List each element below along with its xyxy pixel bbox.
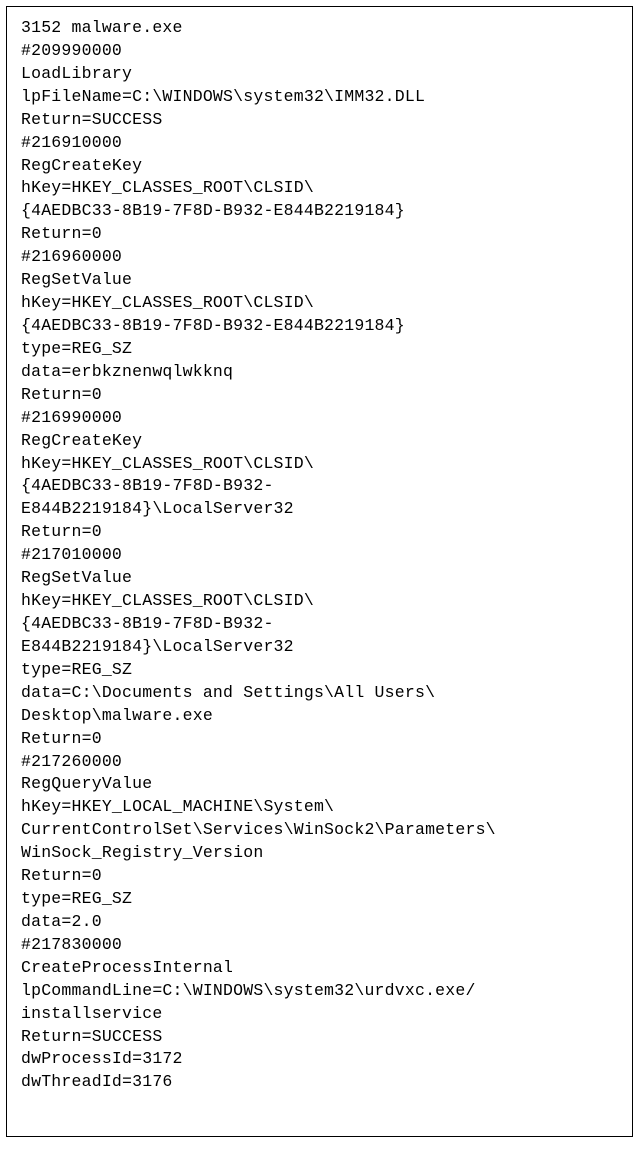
log-line: dwThreadId=3176 bbox=[21, 1071, 618, 1094]
log-line: Return=0 bbox=[21, 728, 618, 751]
log-line: LoadLibrary bbox=[21, 63, 618, 86]
log-line: {4AEDBC33-8B19-7F8D-B932- bbox=[21, 613, 618, 636]
log-line: type=REG_SZ bbox=[21, 659, 618, 682]
log-line: #217260000 bbox=[21, 751, 618, 774]
log-line: type=REG_SZ bbox=[21, 338, 618, 361]
log-line: Return=SUCCESS bbox=[21, 109, 618, 132]
log-line: Return=0 bbox=[21, 384, 618, 407]
log-line: dwProcessId=3172 bbox=[21, 1048, 618, 1071]
log-line: WinSock_Registry_Version bbox=[21, 842, 618, 865]
log-line: {4AEDBC33-8B19-7F8D-B932- bbox=[21, 475, 618, 498]
log-line: hKey=HKEY_CLASSES_ROOT\CLSID\ bbox=[21, 292, 618, 315]
log-line: CreateProcessInternal bbox=[21, 957, 618, 980]
log-line: lpFileName=C:\WINDOWS\system32\IMM32.DLL bbox=[21, 86, 618, 109]
log-line: Return=0 bbox=[21, 223, 618, 246]
log-line: #217830000 bbox=[21, 934, 618, 957]
log-line: RegCreateKey bbox=[21, 430, 618, 453]
log-line: RegSetValue bbox=[21, 567, 618, 590]
log-line: Return=SUCCESS bbox=[21, 1026, 618, 1049]
log-line: 3152 malware.exe bbox=[21, 17, 618, 40]
log-line: E844B2219184}\LocalServer32 bbox=[21, 636, 618, 659]
log-line: CurrentControlSet\Services\WinSock2\Para… bbox=[21, 819, 618, 842]
log-line: Return=0 bbox=[21, 521, 618, 544]
log-line: #216960000 bbox=[21, 246, 618, 269]
log-line: hKey=HKEY_CLASSES_ROOT\CLSID\ bbox=[21, 590, 618, 613]
log-line: RegSetValue bbox=[21, 269, 618, 292]
log-line: hKey=HKEY_LOCAL_MACHINE\System\ bbox=[21, 796, 618, 819]
log-line: Desktop\malware.exe bbox=[21, 705, 618, 728]
log-line: #216990000 bbox=[21, 407, 618, 430]
log-line: RegQueryValue bbox=[21, 773, 618, 796]
log-output-panel: 3152 malware.exe #209990000 LoadLibrary … bbox=[6, 6, 633, 1137]
log-line: data=2.0 bbox=[21, 911, 618, 934]
log-line: #217010000 bbox=[21, 544, 618, 567]
log-line: RegCreateKey bbox=[21, 155, 618, 178]
log-line: #209990000 bbox=[21, 40, 618, 63]
log-line: installservice bbox=[21, 1003, 618, 1026]
log-line: type=REG_SZ bbox=[21, 888, 618, 911]
log-line: hKey=HKEY_CLASSES_ROOT\CLSID\ bbox=[21, 177, 618, 200]
log-line: data=C:\Documents and Settings\All Users… bbox=[21, 682, 618, 705]
log-line: data=erbkznenwqlwkknq bbox=[21, 361, 618, 384]
log-line: E844B2219184}\LocalServer32 bbox=[21, 498, 618, 521]
log-line: Return=0 bbox=[21, 865, 618, 888]
log-line: {4AEDBC33-8B19-7F8D-B932-E844B2219184} bbox=[21, 200, 618, 223]
log-line: #216910000 bbox=[21, 132, 618, 155]
log-line: hKey=HKEY_CLASSES_ROOT\CLSID\ bbox=[21, 453, 618, 476]
log-line: lpCommandLine=C:\WINDOWS\system32\urdvxc… bbox=[21, 980, 618, 1003]
log-line: {4AEDBC33-8B19-7F8D-B932-E844B2219184} bbox=[21, 315, 618, 338]
